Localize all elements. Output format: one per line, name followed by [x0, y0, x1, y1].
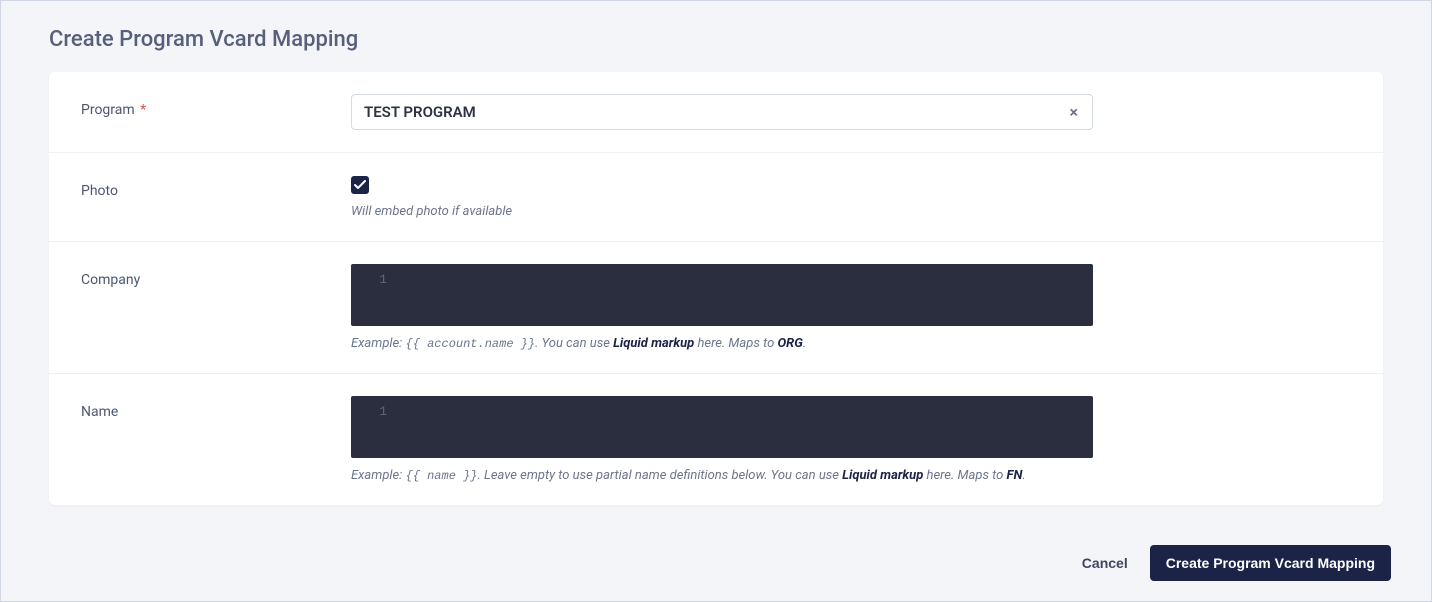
hint-text: Example:	[351, 336, 406, 351]
liquid-markup-link[interactable]: Liquid markup	[613, 336, 694, 351]
cancel-button[interactable]: Cancel	[1082, 555, 1128, 571]
required-star-icon: *	[140, 102, 146, 118]
hint-code: {{ account.name }}	[406, 337, 536, 351]
footer-actions: Cancel Create Program Vcard Mapping	[1082, 545, 1391, 581]
label-name: Name	[81, 396, 351, 483]
label-company: Company	[81, 264, 351, 351]
hint-text: .	[1022, 468, 1025, 483]
name-hint: Example: {{ name }}. Leave empty to use …	[351, 468, 1093, 483]
company-editor[interactable]: 1	[351, 264, 1093, 326]
hint-text: Example:	[351, 468, 406, 483]
clear-icon[interactable]: ×	[1066, 99, 1083, 126]
page-title: Create Program Vcard Mapping	[49, 27, 1383, 52]
line-number: 1	[371, 272, 387, 287]
label-program: Program *	[81, 94, 351, 130]
check-icon	[354, 180, 366, 190]
name-editor[interactable]: 1	[351, 396, 1093, 458]
photo-checkbox[interactable]	[351, 176, 369, 194]
row-program: Program * TEST PROGRAM ×	[49, 72, 1383, 153]
program-select-value: TEST PROGRAM	[364, 103, 476, 121]
program-select[interactable]: TEST PROGRAM ×	[351, 94, 1093, 130]
label-program-text: Program	[81, 102, 135, 118]
form-card: Program * TEST PROGRAM × Photo Will embe…	[49, 72, 1383, 505]
hint-text: . Leave empty to use partial name defini…	[478, 468, 843, 483]
row-company: Company 1 Example: {{ account.name }}. Y…	[49, 242, 1383, 374]
row-name: Name 1 Example: {{ name }}. Leave empty …	[49, 374, 1383, 505]
hint-text: here. Maps to	[694, 336, 777, 351]
hint-text: here. Maps to	[923, 468, 1006, 483]
label-photo: Photo	[81, 175, 351, 219]
company-hint: Example: {{ account.name }}. You can use…	[351, 336, 1093, 351]
hint-code: {{ name }}	[406, 469, 478, 483]
submit-button[interactable]: Create Program Vcard Mapping	[1150, 545, 1391, 581]
photo-hint: Will embed photo if available	[351, 204, 1093, 219]
hint-text: .	[803, 336, 806, 351]
line-number: 1	[371, 404, 387, 419]
hint-text: . You can use	[535, 336, 613, 351]
row-photo: Photo Will embed photo if available	[49, 153, 1383, 242]
vcard-field-link[interactable]: ORG	[777, 336, 802, 351]
liquid-markup-link[interactable]: Liquid markup	[842, 468, 923, 483]
vcard-field-link[interactable]: FN	[1007, 468, 1023, 483]
